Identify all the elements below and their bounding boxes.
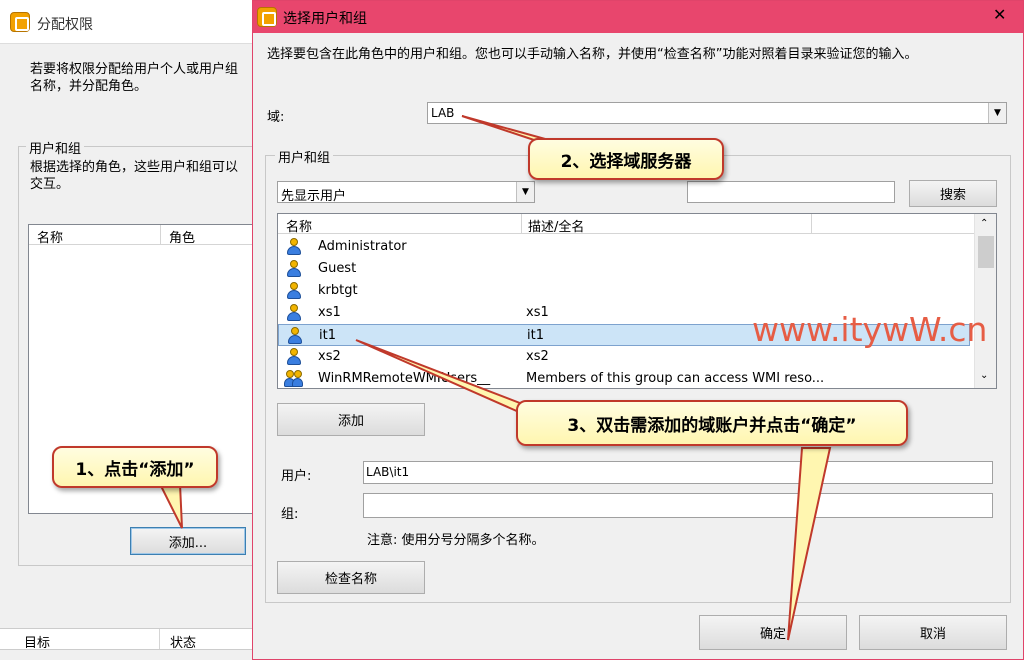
callout-step2: 2、选择域服务器: [528, 138, 724, 180]
callout3-pointer-down: [787, 447, 832, 641]
watermark: www.itywW.cn: [752, 310, 988, 349]
callout-step3: 3、双击需添加的域账户并点击“确定”: [516, 400, 908, 446]
callout-step1: 1、点击“添加”: [52, 446, 218, 488]
callout1-pointer: [158, 483, 183, 529]
